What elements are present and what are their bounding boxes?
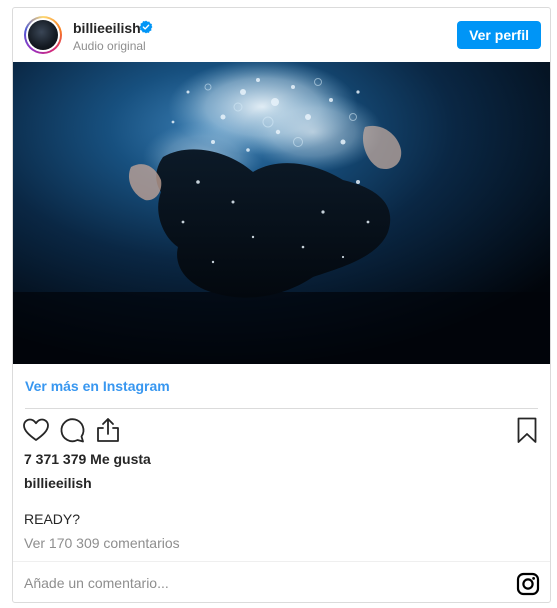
- heart-icon[interactable]: [21, 415, 51, 445]
- username[interactable]: billieeilish: [73, 20, 141, 36]
- bookmark-icon[interactable]: [512, 415, 542, 445]
- avatar[interactable]: [24, 16, 62, 54]
- instagram-logo-icon[interactable]: [516, 572, 540, 596]
- underwater-image: [13, 62, 550, 364]
- avatar-image: [28, 20, 58, 50]
- view-comments-link[interactable]: Ver 170 309 comentarios: [24, 535, 180, 551]
- caption-text: READY?: [24, 511, 81, 527]
- action-bar: [13, 415, 550, 449]
- caption-username[interactable]: billieeilish: [24, 475, 92, 491]
- divider: [25, 408, 538, 409]
- divider: [13, 561, 550, 562]
- post-header: billieeilish Audio original Ver perfil: [13, 8, 550, 62]
- share-icon[interactable]: [93, 415, 123, 445]
- view-more-on-instagram-link[interactable]: Ver más en Instagram: [25, 378, 170, 394]
- like-count[interactable]: 7 371 379 Me gusta: [24, 451, 151, 467]
- post-media[interactable]: [13, 62, 550, 364]
- audio-subtitle[interactable]: Audio original: [73, 39, 146, 53]
- instagram-embed-card: billieeilish Audio original Ver perfil V…: [12, 7, 551, 603]
- verified-badge-icon: [139, 20, 153, 34]
- comment-bubble-icon[interactable]: [57, 415, 87, 445]
- view-profile-button[interactable]: Ver perfil: [457, 21, 541, 49]
- add-comment-input[interactable]: [24, 571, 494, 595]
